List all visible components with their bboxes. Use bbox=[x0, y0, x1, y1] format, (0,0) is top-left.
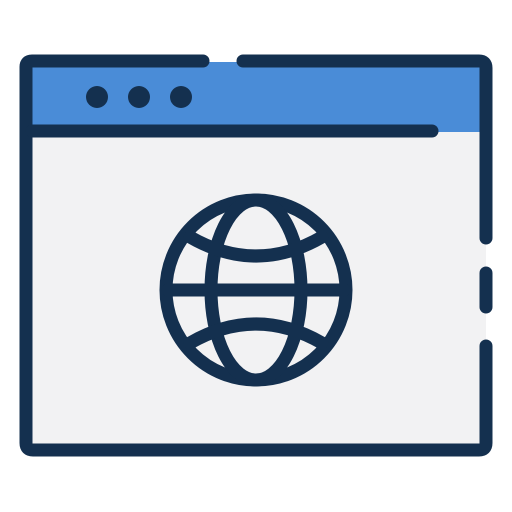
control-dot-1 bbox=[86, 86, 108, 108]
control-dot-3 bbox=[170, 86, 192, 108]
window-controls bbox=[86, 86, 192, 108]
icon-canvas bbox=[0, 0, 512, 512]
browser-globe-icon bbox=[19, 54, 493, 457]
control-dot-2 bbox=[128, 86, 150, 108]
